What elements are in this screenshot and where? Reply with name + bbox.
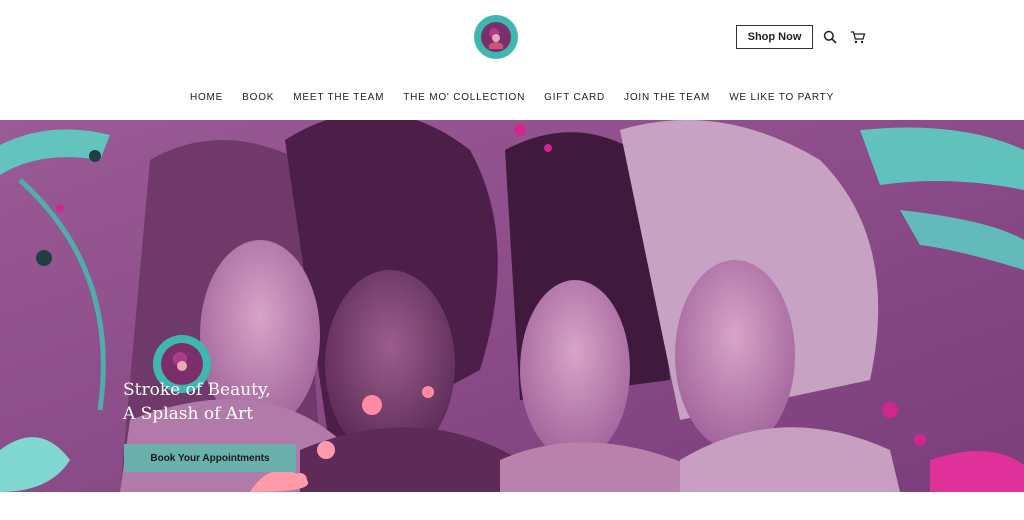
hero-title: Stroke of Beauty, A Splash of Art bbox=[123, 378, 383, 426]
cart-icon[interactable] bbox=[849, 28, 867, 46]
nav-item-book[interactable]: BOOK bbox=[233, 92, 284, 103]
logo[interactable] bbox=[474, 15, 518, 59]
nav-item-gift-card[interactable]: GIFT CARD bbox=[535, 92, 615, 103]
hero-title-line-2: A Splash of Art bbox=[123, 404, 254, 424]
main-nav: HOME BOOK MEET THE TEAM THE MO' COLLECTI… bbox=[0, 92, 1024, 103]
nav-item-mo-collection[interactable]: THE MO' COLLECTION bbox=[394, 92, 535, 103]
page-bottom-strip bbox=[0, 492, 1024, 520]
hero-title-line-1: Stroke of Beauty, bbox=[123, 380, 271, 400]
nav-item-home[interactable]: HOME bbox=[180, 92, 232, 103]
search-icon[interactable] bbox=[821, 28, 839, 46]
shop-now-button[interactable]: Shop Now bbox=[736, 25, 813, 49]
book-appointments-button[interactable]: Book Your Appointments bbox=[124, 444, 296, 472]
hero-image bbox=[0, 120, 1024, 492]
hero-banner: Stroke of Beauty, A Splash of Art Book Y… bbox=[0, 120, 1024, 492]
site-header: Shop Now HOME BOOK MEET THE TEAM THE MO'… bbox=[0, 0, 1024, 120]
nav-item-we-like-to-party[interactable]: WE LIKE TO PARTY bbox=[720, 92, 844, 103]
nav-item-meet-the-team[interactable]: MEET THE TEAM bbox=[284, 92, 394, 103]
nav-item-join-the-team[interactable]: JOIN THE TEAM bbox=[615, 92, 720, 103]
